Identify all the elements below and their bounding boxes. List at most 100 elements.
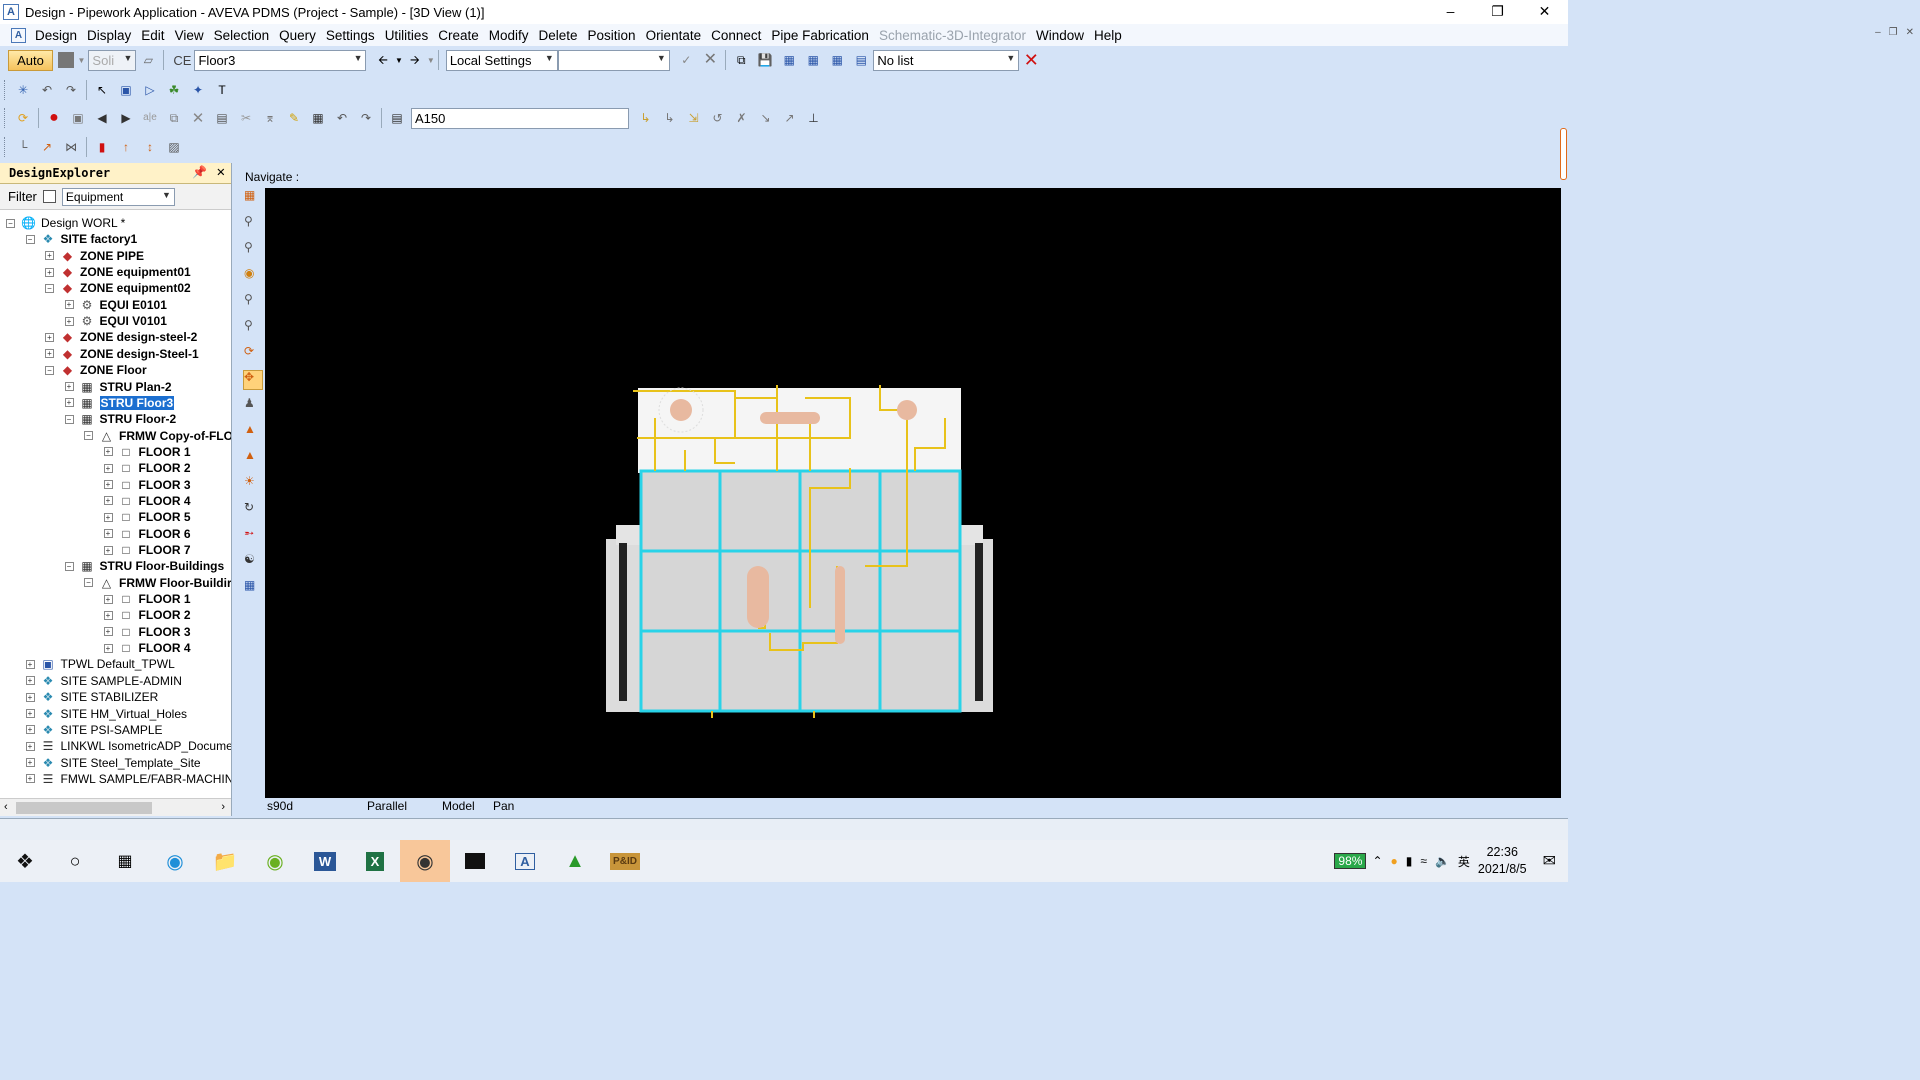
tree-node-label[interactable]: SITE SAMPLE-ADMIN (61, 674, 182, 688)
rotate-icon[interactable]: ⟳ (244, 345, 262, 363)
tree-node-label[interactable]: ZONE PIPE (80, 249, 144, 263)
people-icon[interactable]: ☯ (244, 553, 262, 571)
next-icon[interactable]: ▶ (118, 110, 135, 127)
tree-node[interactable]: + ❖ SITE Steel_Template_Site (25, 755, 201, 771)
tree-node-label[interactable]: FLOOR 3 (139, 478, 191, 492)
tree-node-label[interactable]: ZONE design-steel-2 (80, 330, 197, 344)
walk-person-icon[interactable]: ♟ (244, 397, 262, 415)
pointer-icon[interactable]: ↖ (94, 82, 111, 99)
frame-icon[interactable]: ▣ (70, 110, 87, 127)
current-element-combo[interactable]: Floor3 ▼ (194, 49, 367, 71)
tree-node-label[interactable]: FRMW Floor-Buildir (119, 576, 231, 590)
tree-node[interactable]: + ❖ SITE HM_Virtual_Holes (25, 706, 188, 722)
text-tool-icon[interactable]: T (214, 82, 231, 99)
menu-modify[interactable]: Modify (484, 28, 534, 43)
expand-icon[interactable]: + (64, 398, 74, 408)
terminal-icon[interactable] (450, 840, 500, 882)
app-icon-green-yellow[interactable]: ◉ (250, 840, 300, 882)
tree-node-label[interactable]: ZONE Floor (80, 363, 147, 377)
zoom-in-icon[interactable]: ⚲ (244, 293, 262, 311)
tree-node[interactable]: + ▦ STRU Floor3 (64, 395, 175, 411)
triangle-play-icon[interactable]: ▷ (142, 82, 159, 99)
expand-icon[interactable]: + (45, 267, 54, 277)
copy-icon[interactable]: ⧉ (733, 52, 750, 69)
expand-icon[interactable]: + (103, 463, 113, 473)
tree-node[interactable]: − ◆ ZONE Floor (45, 362, 147, 378)
menu-create[interactable]: Create (433, 28, 484, 43)
expand-icon[interactable]: + (103, 512, 113, 522)
forward-history-icon[interactable]: ▼ (427, 56, 435, 65)
expand-icon[interactable]: + (25, 659, 35, 669)
tree-node[interactable]: + □ FLOOR 5 (103, 509, 191, 525)
expand-icon[interactable]: + (103, 610, 113, 620)
light-icon[interactable]: ☀ (244, 475, 262, 493)
menu-selection[interactable]: Selection (209, 28, 275, 43)
spec-field[interactable]: A150 (411, 107, 629, 129)
tree-node-icon[interactable]: ☘ (166, 82, 183, 99)
steel-tool-icon-1[interactable]: └ (15, 139, 32, 156)
steel-tool-icon-3[interactable]: ⋈ (63, 139, 80, 156)
component-icon[interactable]: a|e (142, 110, 159, 127)
menu-view[interactable]: View (170, 28, 209, 43)
tree-node[interactable]: + □ FLOOR 3 (103, 477, 191, 493)
scroll-thumb[interactable] (16, 802, 152, 814)
list-combo[interactable]: No list ▼ (873, 49, 1020, 71)
expand-icon[interactable]: + (25, 676, 35, 686)
pipe-tool-icon-7[interactable]: ↗ (781, 110, 798, 127)
clear-icon[interactable]: ✕ (702, 52, 719, 69)
align-tool-icon-4[interactable]: ▨ (166, 139, 183, 156)
expand-icon[interactable]: + (64, 316, 74, 326)
scroll-left-icon[interactable]: ‹ (4, 801, 8, 813)
scroll-right-icon[interactable]: › (221, 801, 225, 813)
align-tool-icon-2[interactable]: ↑ (118, 139, 135, 156)
expand-icon[interactable]: + (103, 643, 113, 653)
colour-dropdown-icon[interactable]: ▼ (78, 56, 86, 65)
tree-node-label[interactable]: FLOOR 5 (139, 510, 191, 524)
tree-node[interactable]: − △ FRMW Copy-of-FLO (84, 428, 231, 444)
toolbar-grip[interactable] (4, 80, 8, 100)
tree-node-label[interactable]: LINKWL IsometricADP_Docume (61, 739, 232, 753)
axes-icon[interactable]: ➵ (244, 527, 262, 545)
expand-icon[interactable]: + (25, 741, 35, 751)
restore-button[interactable]: ❐ (1474, 0, 1521, 24)
tree-node-label[interactable]: STRU Floor-2 (100, 412, 177, 426)
minimize-button[interactable]: – (1427, 0, 1474, 24)
align-tool-icon-3[interactable]: ↕ (142, 139, 159, 156)
collapse-icon[interactable]: − (84, 431, 93, 441)
pipe-tool-icon-6[interactable]: ↘ (757, 110, 774, 127)
tree-node-label[interactable]: FLOOR 2 (139, 608, 191, 622)
battery-icon[interactable]: 98% (1334, 853, 1367, 869)
tree-node-label[interactable]: EQUI V0101 (100, 314, 167, 328)
expand-icon[interactable]: + (25, 709, 35, 718)
tree-node[interactable]: + ▣ TPWL Default_TPWL (25, 656, 175, 672)
grid-icon[interactable]: ▦ (310, 110, 327, 127)
auto-button[interactable]: Auto (8, 49, 53, 71)
sparkle-icon[interactable]: ✳ (15, 82, 32, 99)
collapse-icon[interactable]: − (25, 234, 35, 244)
tree-node-label[interactable]: SITE HM_Virtual_Holes (61, 707, 188, 721)
tree-node-label[interactable]: ZONE equipment01 (80, 265, 191, 279)
screen-capture-icon[interactable]: ◉ (400, 840, 450, 882)
menu-display[interactable]: Display (82, 28, 136, 43)
pipe-tool-icon-5[interactable]: ✗ (733, 110, 750, 127)
menu-connect[interactable]: Connect (706, 28, 766, 43)
spec-icon[interactable]: ▤ (389, 110, 406, 127)
graphics-select-icon[interactable]: ▣ (118, 82, 135, 99)
toolbar-grip[interactable] (4, 108, 8, 128)
tree-node-label[interactable]: SITE Steel_Template_Site (61, 756, 201, 770)
pipe-tool-icon-3[interactable]: ⇲ (685, 110, 702, 127)
colour-swatch-icon[interactable] (58, 52, 74, 68)
tree-node[interactable]: + ◆ ZONE PIPE (45, 248, 144, 264)
filter-checkbox[interactable] (42, 190, 56, 203)
menu-settings[interactable]: Settings (321, 28, 380, 43)
pick-element-icon[interactable]: ✦ (190, 82, 207, 99)
tree-node[interactable]: + ❖ SITE PSI-SAMPLE (25, 722, 163, 738)
tree-node-label[interactable]: FLOOR 4 (139, 641, 191, 655)
redo-small-icon[interactable]: ↷ (358, 110, 375, 127)
cylinder-icon[interactable]: ▱ (140, 52, 157, 69)
chevron-up-icon[interactable]: ⌃ (1372, 854, 1382, 868)
ime-indicator[interactable]: 英 (1458, 853, 1470, 870)
pid-app-icon[interactable]: P&ID (600, 840, 650, 882)
previous-icon[interactable]: ◀ (94, 110, 111, 127)
menu-pipe-fabrication[interactable]: Pipe Fabrication (766, 28, 874, 43)
